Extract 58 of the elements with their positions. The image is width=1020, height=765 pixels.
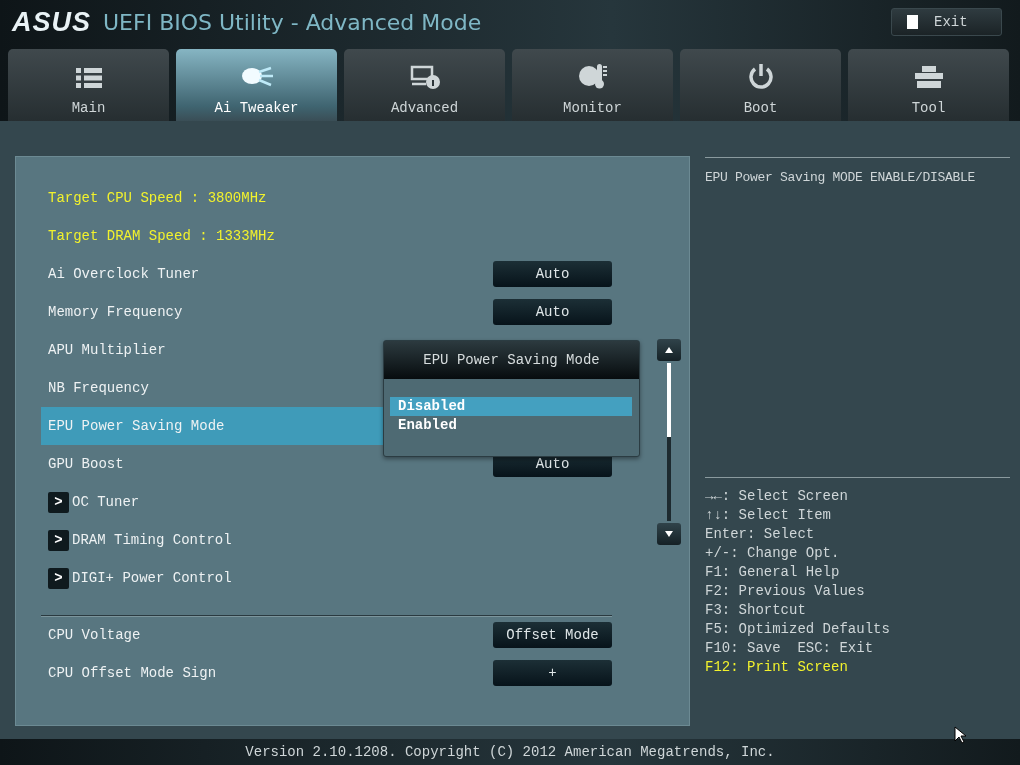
- version-text: Version 2.10.1208. Copyright (C) 2012 American Megatrends, Inc.: [245, 744, 775, 760]
- key-hint: F2: Previous Values: [705, 582, 866, 601]
- setting-label: Ai Overclock Tuner: [48, 266, 200, 282]
- settings-row[interactable]: Memory Frequency Auto: [41, 293, 612, 331]
- door-icon: [906, 14, 920, 30]
- settings-row[interactable]: > DIGI+ Power Control: [41, 559, 612, 597]
- key-hint: →←: Select Screen: [705, 487, 849, 506]
- scroll-down-button[interactable]: [657, 523, 681, 545]
- value-button[interactable]: +: [493, 660, 612, 686]
- setting-label: Memory Frequency: [48, 304, 183, 320]
- down-triangle-icon: [665, 531, 673, 537]
- key-hint: F10: Save ESC: Exit: [705, 639, 875, 658]
- scroll-up-button[interactable]: [657, 339, 681, 361]
- settings-row[interactable]: Target DRAM Speed : 1333MHz: [41, 217, 612, 255]
- brand-logo: ASUS: [12, 6, 91, 38]
- tab[interactable]: Main: [8, 49, 169, 121]
- power-icon: [746, 62, 775, 90]
- setting-label: DRAM Timing Control: [72, 532, 232, 548]
- exit-button[interactable]: Exit: [891, 8, 1002, 36]
- tab[interactable]: Boot: [680, 49, 841, 121]
- popup-title: EPU Power Saving Mode: [384, 341, 639, 379]
- settings-row[interactable]: > DRAM Timing Control: [41, 521, 612, 559]
- settings-row[interactable]: CPU Voltage Offset Mode: [41, 616, 612, 654]
- value-button[interactable]: Auto: [493, 299, 612, 325]
- setting-label: OC Tuner: [72, 494, 140, 510]
- tab[interactable]: Ai Tweaker: [176, 49, 337, 121]
- scrollbar[interactable]: [657, 339, 681, 545]
- settings-row[interactable]: Ai Overclock Tuner Auto: [41, 255, 612, 293]
- setting-label: EPU Power Saving Mode: [48, 418, 225, 434]
- up-triangle-icon: [665, 347, 673, 353]
- key-hint: +/-: Change Opt.: [705, 544, 841, 563]
- toolbox-icon: [912, 64, 945, 90]
- key-hint: Enter: Select: [705, 525, 816, 544]
- value-button[interactable]: Offset Mode: [493, 622, 612, 648]
- monitor-info-icon: [408, 64, 441, 90]
- list-icon: [73, 66, 104, 90]
- tab[interactable]: Monitor: [512, 49, 673, 121]
- key-hint: F5: Optimized Defaults: [705, 620, 891, 639]
- settings-row[interactable]: Target CPU Speed : 3800MHz: [41, 179, 612, 217]
- key-hint: F12: Print Screen: [705, 658, 849, 677]
- setting-label: CPU Offset Mode Sign: [48, 665, 217, 681]
- key-hint: F1: General Help: [705, 563, 841, 582]
- key-hint: ↑↓: Select Item: [705, 506, 833, 525]
- thermometer-icon: [576, 62, 609, 90]
- settings-row[interactable]: > OC Tuner: [41, 483, 612, 521]
- setting-label: GPU Boost: [48, 456, 124, 472]
- tab[interactable]: Tool: [848, 49, 1009, 121]
- tab[interactable]: Advanced: [344, 49, 505, 121]
- setting-label: DIGI+ Power Control: [72, 570, 232, 586]
- setting-label: Target DRAM Speed : 1333MHz: [48, 228, 275, 244]
- window-title: UEFI BIOS Utility - Advanced Mode: [103, 9, 483, 35]
- setting-label: Target CPU Speed : 3800MHz: [48, 190, 267, 206]
- setting-label: CPU Voltage: [48, 627, 141, 643]
- help-description: EPU Power Saving MODE ENABLE/DISABLE: [705, 170, 977, 187]
- mouse-pointer-icon: [954, 726, 966, 744]
- value-button[interactable]: Auto: [493, 261, 612, 287]
- key-hint: F3: Shortcut: [705, 601, 807, 620]
- settings-row[interactable]: CPU Offset Mode Sign +: [41, 654, 612, 692]
